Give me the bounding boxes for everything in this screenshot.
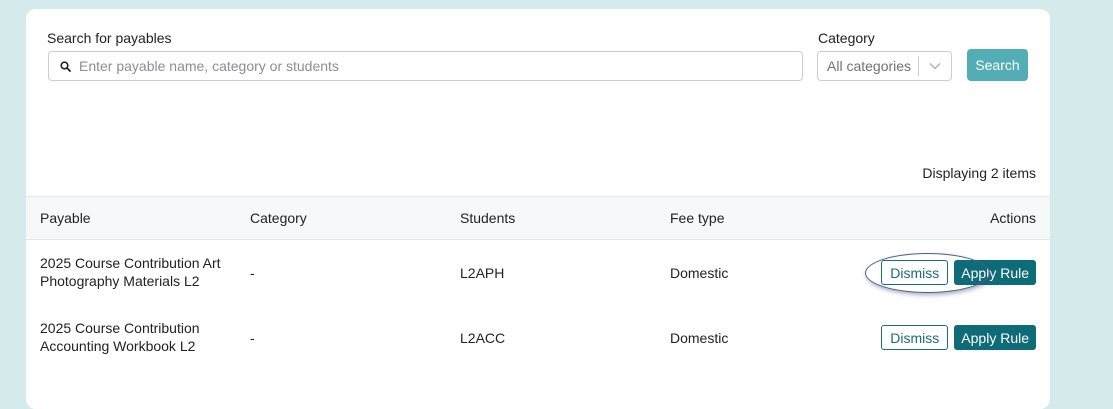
payable-name-line: 2025 Course Contribution Art: [40, 255, 221, 271]
fee-type-cell: Domestic: [670, 265, 729, 281]
row-actions: Dismiss Apply Rule: [881, 325, 1036, 350]
header-fee-type: Fee type: [670, 210, 725, 226]
header-actions: Actions: [990, 210, 1036, 226]
row-actions: Dismiss Apply Rule: [881, 260, 1036, 285]
students-cell: L2APH: [460, 265, 505, 281]
payable-cell: 2025 Course Contribution Art Photography…: [40, 254, 230, 290]
category-selected-value: All categories: [827, 58, 912, 74]
table-header: Payable Category Students Fee type Actio…: [26, 196, 1050, 240]
dismiss-button[interactable]: Dismiss: [881, 260, 949, 285]
table-row: 2025 Course Contribution Art Photography…: [26, 240, 1050, 304]
header-payable: Payable: [40, 210, 91, 226]
students-cell: L2ACC: [460, 330, 506, 346]
apply-rule-button[interactable]: Apply Rule: [954, 325, 1036, 350]
category-cell: -: [250, 330, 255, 346]
display-count: Displaying 2 items: [922, 165, 1036, 181]
payable-name-line: 2025 Course Contribution: [40, 320, 200, 336]
search-input[interactable]: [79, 58, 802, 74]
chevron-down-icon[interactable]: [919, 52, 951, 80]
payable-cell: 2025 Course Contribution Accounting Work…: [40, 319, 230, 355]
header-students: Students: [460, 210, 516, 226]
header-category: Category: [250, 210, 307, 226]
fee-type-cell: Domestic: [670, 330, 729, 346]
payables-panel: Search for payables Category All categor…: [26, 9, 1050, 409]
payable-name-line: Photography Materials L2: [40, 273, 200, 289]
category-label: Category: [818, 30, 875, 46]
search-label: Search for payables: [47, 30, 172, 46]
table-row: 2025 Course Contribution Accounting Work…: [26, 305, 1050, 369]
search-button[interactable]: Search: [967, 49, 1028, 81]
apply-rule-button[interactable]: Apply Rule: [954, 260, 1036, 285]
payable-name-line: Accounting Workbook L2: [40, 338, 196, 354]
search-field[interactable]: [48, 51, 803, 81]
category-cell: -: [250, 265, 255, 281]
dismiss-button[interactable]: Dismiss: [881, 325, 949, 350]
search-icon: [59, 60, 71, 72]
category-select[interactable]: All categories: [817, 51, 952, 81]
